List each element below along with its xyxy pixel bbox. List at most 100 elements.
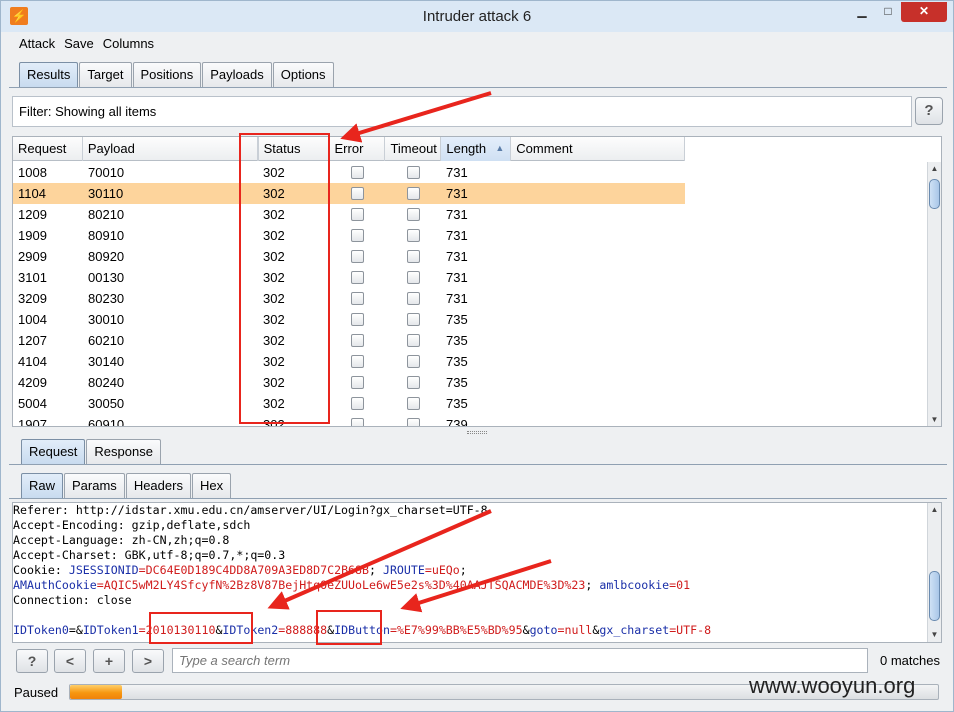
timeout-checkbox[interactable] xyxy=(406,334,420,347)
timeout-checkbox-cell[interactable] xyxy=(385,351,441,372)
table-row[interactable]: 5004 30050 302 735 xyxy=(13,393,685,414)
search-next-button[interactable]: > xyxy=(132,649,164,673)
error-checkbox-cell[interactable] xyxy=(329,183,385,204)
tab-options[interactable]: Options xyxy=(272,62,334,87)
timeout-checkbox[interactable] xyxy=(406,208,420,221)
col-request[interactable]: Request xyxy=(13,137,83,161)
timeout-checkbox[interactable] xyxy=(406,187,420,200)
error-checkbox[interactable] xyxy=(350,397,364,410)
timeout-checkbox-cell[interactable] xyxy=(385,246,441,267)
maximize-button[interactable]: □ xyxy=(875,2,901,22)
error-checkbox-cell[interactable] xyxy=(329,225,385,246)
timeout-checkbox-cell[interactable] xyxy=(385,372,441,393)
error-checkbox[interactable] xyxy=(350,418,364,426)
error-checkbox[interactable] xyxy=(350,166,364,179)
tab-hex[interactable]: Hex xyxy=(191,473,232,498)
error-checkbox-cell[interactable] xyxy=(329,351,385,372)
raw-scrollbar[interactable]: ▲ ▼ xyxy=(927,503,941,642)
timeout-checkbox-cell[interactable] xyxy=(385,393,441,414)
error-checkbox-cell[interactable] xyxy=(329,330,385,351)
minimize-button[interactable]: ▁ xyxy=(849,2,875,22)
timeout-checkbox[interactable] xyxy=(406,397,420,410)
tab-params[interactable]: Params xyxy=(64,473,125,498)
menu-attack[interactable]: Attack xyxy=(15,32,59,51)
timeout-checkbox[interactable] xyxy=(406,271,420,284)
error-checkbox[interactable] xyxy=(350,292,364,305)
error-checkbox[interactable] xyxy=(350,271,364,284)
search-help-button[interactable]: ? xyxy=(16,649,48,673)
error-checkbox-cell[interactable] xyxy=(329,267,385,288)
menu-save[interactable]: Save xyxy=(60,32,98,51)
error-checkbox[interactable] xyxy=(350,334,364,347)
tab-payloads[interactable]: Payloads xyxy=(202,62,272,87)
error-checkbox-cell[interactable] xyxy=(329,204,385,225)
tab-results[interactable]: Results xyxy=(19,62,79,87)
timeout-checkbox[interactable] xyxy=(406,418,420,426)
scroll-down-icon[interactable]: ▼ xyxy=(928,413,941,426)
error-checkbox-cell[interactable] xyxy=(329,393,385,414)
filter-bar[interactable]: Filter: Showing all items xyxy=(12,96,912,127)
timeout-checkbox-cell[interactable] xyxy=(385,414,441,426)
table-row[interactable]: 1004 30010 302 735 xyxy=(13,309,685,330)
table-row[interactable]: 2909 80920 302 731 xyxy=(13,246,685,267)
error-checkbox[interactable] xyxy=(350,376,364,389)
search-input[interactable] xyxy=(172,648,868,673)
scroll-thumb[interactable] xyxy=(929,571,940,621)
timeout-checkbox[interactable] xyxy=(406,292,420,305)
col-timeout[interactable]: Timeout xyxy=(385,137,442,161)
error-checkbox-cell[interactable] xyxy=(329,288,385,309)
close-button[interactable]: ✕ xyxy=(901,2,947,22)
error-checkbox-cell[interactable] xyxy=(329,372,385,393)
error-checkbox[interactable] xyxy=(350,355,364,368)
table-row[interactable]: 1909 80910 302 731 xyxy=(13,225,685,246)
scroll-up-icon[interactable]: ▲ xyxy=(928,503,941,517)
tab-positions[interactable]: Positions xyxy=(132,62,202,87)
timeout-checkbox-cell[interactable] xyxy=(385,204,441,225)
scroll-up-icon[interactable]: ▲ xyxy=(928,162,941,176)
error-checkbox[interactable] xyxy=(350,313,364,326)
error-checkbox-cell[interactable] xyxy=(329,246,385,267)
col-payload[interactable]: Payload xyxy=(83,137,258,161)
timeout-checkbox[interactable] xyxy=(406,313,420,326)
error-checkbox-cell[interactable] xyxy=(329,162,385,183)
tab-headers[interactable]: Headers xyxy=(125,473,191,498)
timeout-checkbox[interactable] xyxy=(406,166,420,179)
table-row[interactable]: 4209 80240 302 735 xyxy=(13,372,685,393)
tab-response[interactable]: Response xyxy=(86,439,161,464)
table-row[interactable]: 3101 00130 302 731 xyxy=(13,267,685,288)
timeout-checkbox-cell[interactable] xyxy=(385,267,441,288)
menu-columns[interactable]: Columns xyxy=(99,32,158,51)
col-comment[interactable]: Comment xyxy=(511,137,685,161)
table-row[interactable]: 1207 60210 302 735 xyxy=(13,330,685,351)
error-checkbox-cell[interactable] xyxy=(329,309,385,330)
tab-raw[interactable]: Raw xyxy=(21,473,64,498)
timeout-checkbox-cell[interactable] xyxy=(385,162,441,183)
timeout-checkbox-cell[interactable] xyxy=(385,225,441,246)
timeout-checkbox[interactable] xyxy=(406,376,420,389)
table-row[interactable]: 1209 80210 302 731 xyxy=(13,204,685,225)
table-row[interactable]: 1104 30110 302 731 xyxy=(13,183,685,204)
tab-request[interactable]: Request xyxy=(21,439,86,464)
help-button[interactable]: ? xyxy=(915,97,943,125)
timeout-checkbox[interactable] xyxy=(406,250,420,263)
error-checkbox-cell[interactable] xyxy=(329,414,385,426)
search-add-button[interactable]: + xyxy=(93,649,125,673)
search-prev-button[interactable]: < xyxy=(54,649,86,673)
table-row[interactable]: 3209 80230 302 731 xyxy=(13,288,685,309)
timeout-checkbox[interactable] xyxy=(406,229,420,242)
timeout-checkbox[interactable] xyxy=(406,355,420,368)
scroll-thumb[interactable] xyxy=(929,179,940,209)
col-length[interactable]: Length ▲ xyxy=(441,137,512,161)
error-checkbox[interactable] xyxy=(350,208,364,221)
tab-target[interactable]: Target xyxy=(79,62,132,87)
table-row[interactable]: 1008 70010 302 731 xyxy=(13,162,685,183)
timeout-checkbox-cell[interactable] xyxy=(385,183,441,204)
col-error[interactable]: Error xyxy=(330,137,386,161)
timeout-checkbox-cell[interactable] xyxy=(385,330,441,351)
table-scrollbar[interactable]: ▲ ▼ xyxy=(927,162,941,426)
pane-splitter[interactable] xyxy=(467,431,487,434)
timeout-checkbox-cell[interactable] xyxy=(385,309,441,330)
error-checkbox[interactable] xyxy=(350,250,364,263)
scroll-down-icon[interactable]: ▼ xyxy=(928,628,941,642)
table-row[interactable]: 1907 60910 302 739 xyxy=(13,414,685,426)
